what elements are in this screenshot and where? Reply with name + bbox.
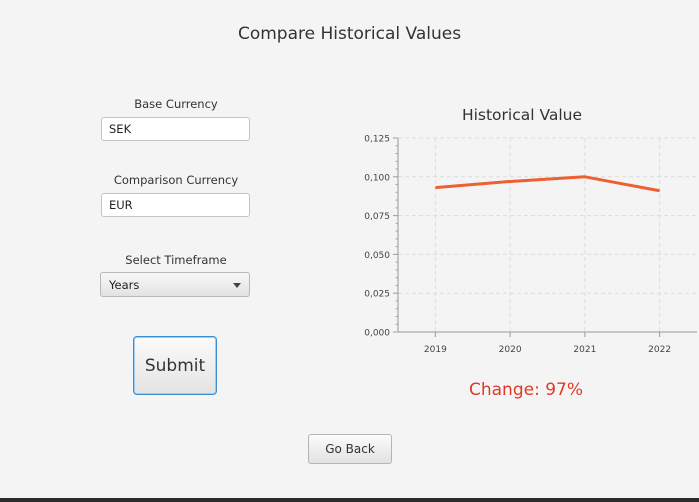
x-tick-label: 2019 [424, 345, 447, 355]
base-currency-input[interactable] [101, 117, 250, 141]
go-back-button[interactable]: Go Back [308, 434, 392, 464]
chart-title: Historical Value [461, 106, 583, 124]
y-tick-label: 0,000 [364, 329, 390, 339]
y-tick-label: 0,125 [364, 135, 390, 145]
change-percentage: Change: 97% [468, 380, 583, 400]
chart-series [435, 175, 660, 193]
taskbar-edge [0, 498, 699, 502]
x-tick-label: 2022 [648, 345, 671, 355]
comparison-currency-input[interactable] [101, 193, 250, 217]
timeframe-select[interactable]: Years [100, 272, 250, 297]
y-tick-label: 0,100 [364, 173, 390, 183]
timeframe-selected-value: Years [109, 278, 140, 292]
submit-button[interactable]: Submit [133, 336, 217, 395]
line-chart: 0,000 0,025 0,050 0,075 0,100 0,125 2019 2020 20… [364, 135, 697, 355]
page-title: Compare Historical Values [237, 24, 462, 44]
series-line [435, 175, 660, 193]
base-currency-label: Base Currency [134, 97, 218, 111]
chart-axes: 0,000 0,025 0,050 0,075 0,100 0,125 2019 2020 20… [364, 135, 697, 355]
comparison-currency-label: Comparison Currency [113, 173, 239, 187]
y-tick-label: 0,050 [364, 251, 390, 261]
chart-grid [398, 137, 697, 332]
x-tick-label: 2020 [499, 345, 522, 355]
x-tick-label: 2021 [573, 345, 596, 355]
y-tick-label: 0,025 [364, 290, 390, 300]
chevron-down-icon [233, 283, 241, 288]
y-tick-label: 0,075 [364, 212, 390, 222]
timeframe-label: Select Timeframe [125, 253, 227, 267]
